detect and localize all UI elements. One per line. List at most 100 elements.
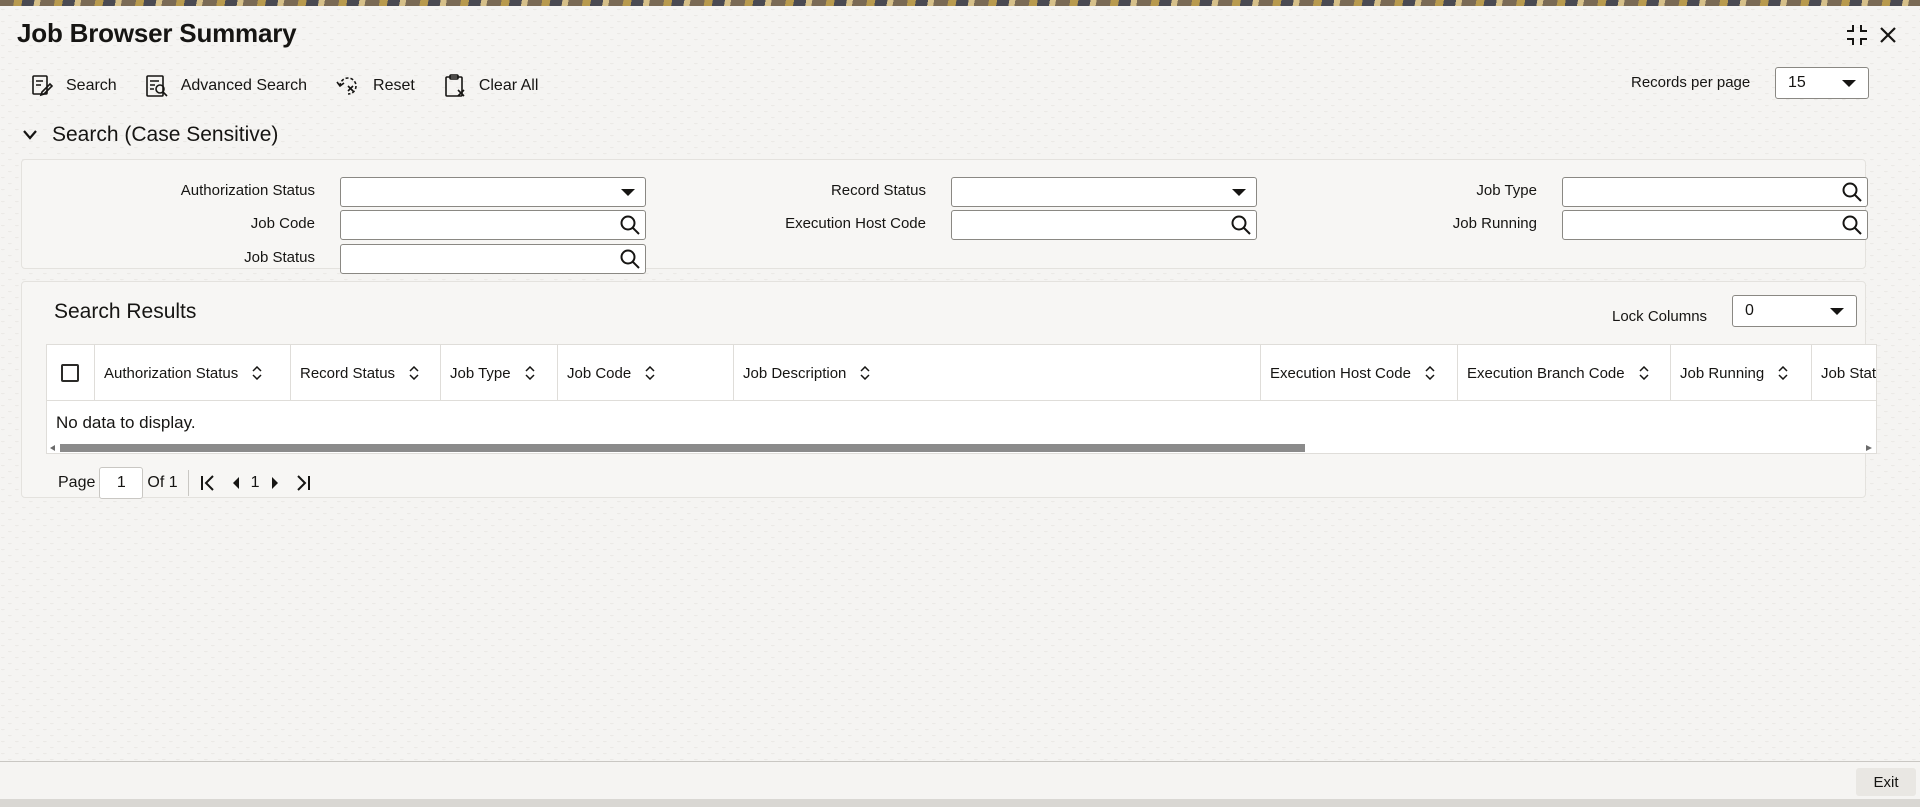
column-header-label: Execution Branch Code — [1467, 364, 1625, 382]
col-job-status[interactable]: Job Stat — [1812, 345, 1877, 401]
records-per-page-value: 15 — [1788, 74, 1806, 91]
search-icon[interactable] — [619, 214, 641, 241]
column-header-label: Job Code — [567, 364, 632, 382]
page-number-input[interactable]: 1 — [99, 467, 144, 499]
search-icon[interactable] — [1841, 181, 1863, 208]
execution-host-code-label: Execution Host Code — [785, 215, 926, 232]
scroll-left-icon[interactable] — [50, 445, 56, 451]
exit-button[interactable]: Exit — [1856, 768, 1916, 796]
search-icon[interactable] — [1230, 214, 1252, 241]
page-label: Page — [58, 474, 96, 491]
advanced-search-button[interactable]: Advanced Search — [145, 72, 307, 100]
lock-columns-label: Lock Columns — [1612, 308, 1708, 325]
current-page-value: 1 — [116, 474, 126, 491]
record-status-select[interactable] — [951, 177, 1257, 207]
scroll-right-icon[interactable] — [1866, 445, 1872, 451]
col-job-description[interactable]: Job Description — [734, 345, 1261, 401]
search-icon[interactable] — [619, 248, 641, 275]
footer-bar: Exit — [0, 761, 1920, 799]
toolbar: Search Advanced Search Reset Clear All — [30, 72, 566, 100]
column-header-label: Job Stat — [1821, 364, 1877, 382]
pager-divider — [187, 470, 189, 496]
column-header-label: Job Running — [1680, 364, 1765, 382]
records-per-page-select[interactable]: 15 — [1775, 67, 1869, 99]
job-code-label: Job Code — [250, 215, 315, 232]
job-type-input[interactable] — [1562, 177, 1868, 207]
column-header-label: Record Status — [300, 364, 396, 382]
column-header-label: Authorization Status — [104, 364, 239, 382]
sort-icon — [645, 366, 655, 380]
clear-all-button[interactable]: Clear All — [443, 72, 539, 100]
col-record-status[interactable]: Record Status — [291, 345, 441, 401]
job-running-label: Job Running — [1452, 215, 1537, 232]
col-authorization-status[interactable]: Authorization Status — [95, 345, 291, 401]
search-section-toggle[interactable]: Search (Case Sensitive) — [22, 123, 278, 147]
authorization-status-label: Authorization Status — [180, 182, 315, 199]
scrollbar-thumb[interactable] — [60, 444, 1305, 452]
sort-icon — [409, 366, 419, 380]
page-number[interactable]: 1 — [251, 474, 260, 492]
col-execution-host-code[interactable]: Execution Host Code — [1261, 345, 1458, 401]
sort-icon — [252, 366, 262, 380]
select-all-cell — [47, 345, 95, 401]
column-header-label: Job Type — [450, 364, 511, 382]
search-button[interactable]: Search — [30, 72, 117, 100]
reset-button[interactable]: Reset — [335, 72, 415, 100]
clipboard-clear-icon — [445, 74, 465, 97]
select-all-checkbox[interactable] — [61, 364, 79, 382]
records-per-page-label: Records per page — [1631, 74, 1751, 91]
job-browser-summary-page: Job Browser Summary Search Advanced Sear… — [0, 6, 1920, 761]
page-title: Job Browser Summary — [17, 18, 297, 48]
chevron-down-icon — [1842, 80, 1856, 87]
job-status-input[interactable] — [340, 244, 646, 274]
grid-header: Authorization Status Record Status Job T… — [47, 345, 1877, 401]
lock-columns-select[interactable]: 0 — [1732, 295, 1857, 327]
next-page-icon[interactable] — [270, 476, 280, 490]
last-page-icon[interactable] — [294, 474, 312, 492]
col-execution-branch-code[interactable]: Execution Branch Code — [1458, 345, 1671, 401]
chevron-down-icon — [1830, 308, 1844, 315]
lock-columns-value: 0 — [1745, 302, 1754, 319]
chevron-down-icon — [1232, 189, 1246, 196]
column-header-label: Job Description — [743, 364, 847, 382]
sort-icon — [1639, 366, 1649, 380]
minimize-icon[interactable] — [1844, 22, 1870, 48]
job-code-input[interactable] — [340, 210, 646, 240]
empty-message: No data to display. — [56, 413, 196, 432]
search-criteria-panel: Authorization Status Job Code Job Status… — [21, 159, 1868, 274]
job-status-label: Job Status — [244, 249, 315, 266]
record-status-label: Record Status — [830, 182, 926, 199]
close-icon[interactable] — [1875, 22, 1901, 48]
sort-icon — [860, 366, 870, 380]
reset-icon — [336, 77, 357, 95]
page-of-label: Of 1 — [147, 474, 178, 491]
bottom-strip — [0, 799, 1920, 807]
sort-icon — [525, 366, 535, 380]
search-section-title: Search (Case Sensitive) — [52, 123, 279, 146]
chevron-down-icon — [23, 130, 37, 140]
reset-button-label: Reset — [373, 77, 415, 94]
search-doc-icon — [32, 75, 54, 97]
search-button-label: Search — [66, 77, 117, 94]
search-results-title: Search Results — [54, 300, 197, 323]
advanced-search-button-label: Advanced Search — [180, 77, 308, 94]
col-job-running[interactable]: Job Running — [1671, 345, 1812, 401]
execution-host-code-input[interactable] — [951, 210, 1257, 240]
authorization-status-select[interactable] — [340, 177, 646, 207]
pagination: Page 1 Of 1 1 — [58, 467, 312, 499]
col-job-type[interactable]: Job Type — [441, 345, 558, 401]
col-job-code[interactable]: Job Code — [558, 345, 734, 401]
job-type-label: Job Type — [1476, 182, 1537, 199]
results-grid: Authorization Status Record Status Job T… — [46, 344, 1877, 454]
chevron-down-icon — [621, 189, 635, 196]
sort-icon — [1778, 366, 1788, 380]
horizontal-scrollbar[interactable] — [47, 442, 1876, 453]
job-running-input[interactable] — [1562, 210, 1868, 240]
sort-icon — [1425, 366, 1435, 380]
first-page-icon[interactable] — [199, 474, 217, 492]
column-header-label: Execution Host Code — [1270, 364, 1411, 382]
search-icon[interactable] — [1841, 214, 1863, 241]
advanced-search-icon — [145, 75, 168, 97]
clear-all-button-label: Clear All — [478, 77, 539, 94]
previous-page-icon[interactable] — [231, 476, 241, 490]
